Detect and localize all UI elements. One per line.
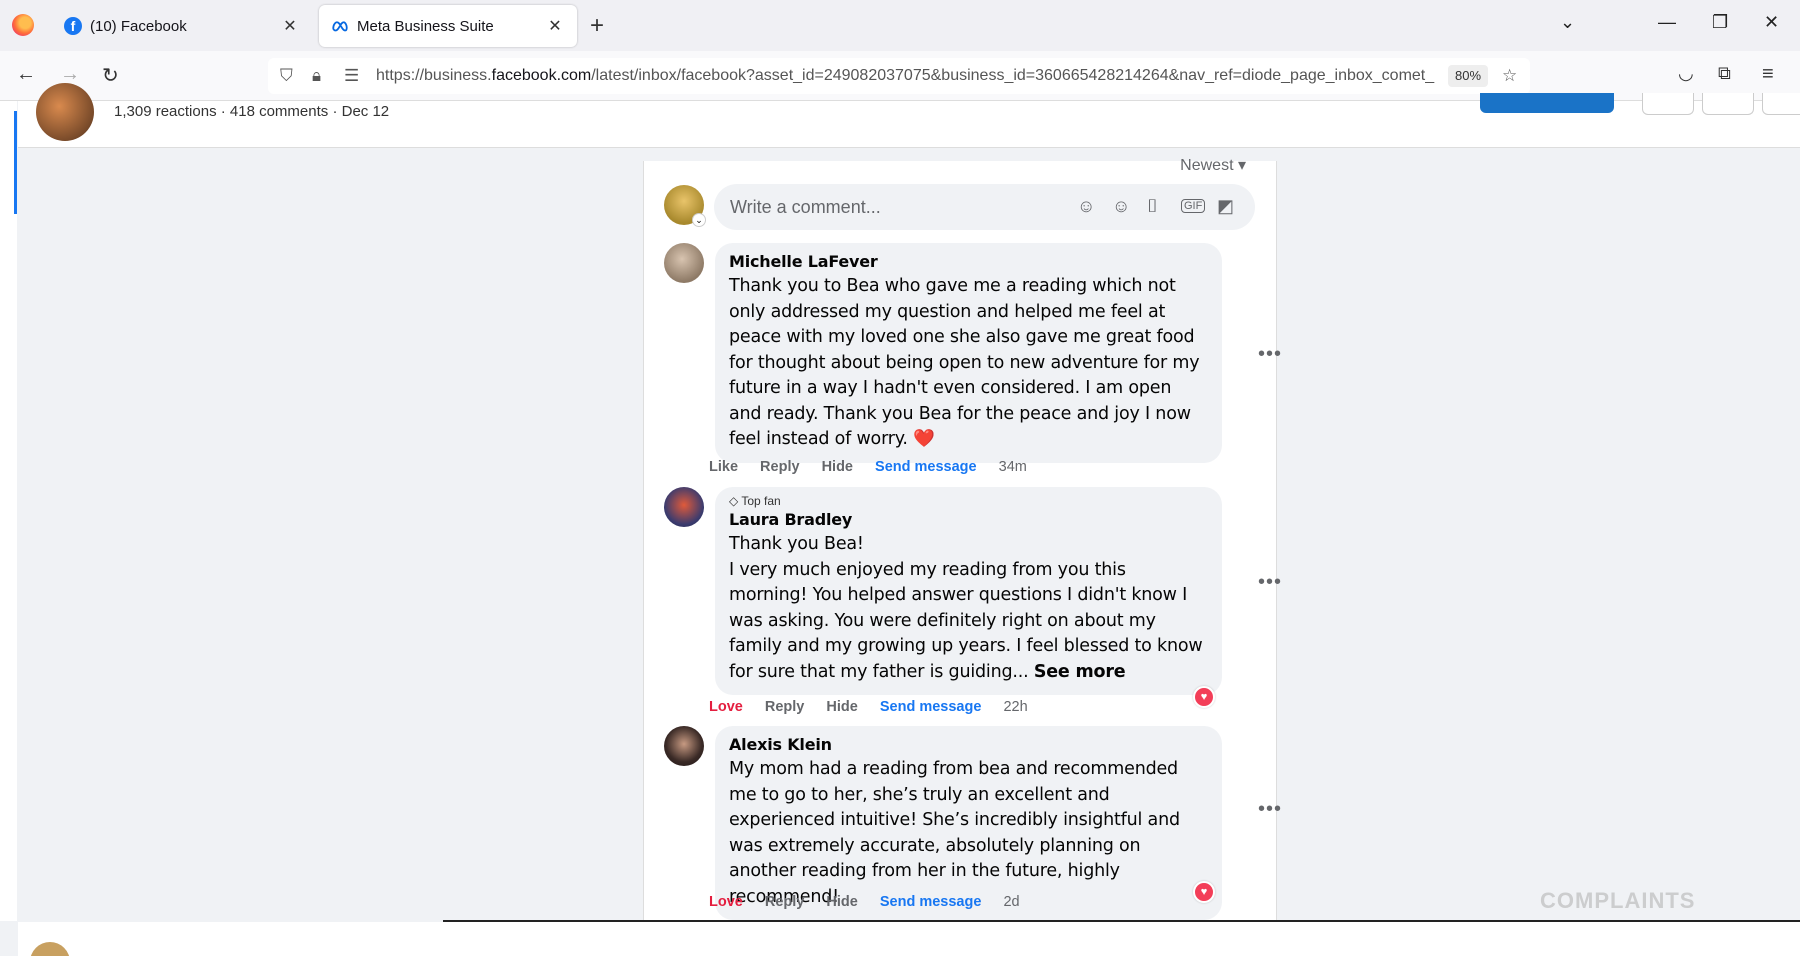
- primary-action-button[interactable]: [1480, 93, 1614, 113]
- reload-icon[interactable]: ↻: [102, 63, 119, 88]
- comment-text: Thank you Bea! I very much enjoyed my rea…: [729, 534, 1203, 682]
- reply-button[interactable]: Reply: [765, 894, 805, 910]
- camera-icon[interactable]: ⌷: [1147, 196, 1158, 217]
- comment-timestamp[interactable]: 2d: [1003, 894, 1019, 910]
- send-message-button[interactable]: Send message: [875, 459, 977, 475]
- menu-icon[interactable]: ≡: [1762, 63, 1774, 86]
- selected-indicator: [14, 111, 17, 214]
- meta-icon: [332, 21, 348, 32]
- left-sidebar-rail: [0, 101, 17, 921]
- back-icon[interactable]: ←: [16, 63, 36, 86]
- like-button[interactable]: Like: [709, 459, 738, 475]
- secondary-action-button[interactable]: [1642, 93, 1694, 115]
- hide-button[interactable]: Hide: [826, 894, 857, 910]
- tab-meta-business-suite[interactable]: Meta Business Suite ✕: [319, 5, 577, 47]
- tab-facebook[interactable]: f (10) Facebook ✕: [52, 5, 312, 47]
- comment-timestamp[interactable]: 34m: [999, 459, 1027, 475]
- url-bar[interactable]: ⛉ 🔒︎ ☰ https://business.facebook.com/lat…: [268, 58, 1530, 94]
- reply-button[interactable]: Reply: [760, 459, 800, 475]
- love-button[interactable]: Love: [709, 894, 743, 910]
- browser-tab-bar: f (10) Facebook ✕ Meta Business Suite ✕ …: [0, 0, 1800, 51]
- watermark: COMPLAINTS: [1540, 888, 1696, 913]
- tab-label: (10) Facebook: [90, 17, 187, 35]
- reply-button[interactable]: Reply: [765, 699, 805, 715]
- current-user-avatar[interactable]: [30, 942, 70, 956]
- diamond-icon: ◇: [729, 494, 739, 508]
- comment-actions: Love Reply Hide Send message 22h: [709, 699, 1046, 715]
- composer-placeholder: Write a comment...: [730, 197, 881, 217]
- comment-author[interactable]: Michelle LaFever: [729, 252, 1208, 271]
- firefox-icon[interactable]: [12, 14, 34, 36]
- page-avatar[interactable]: [36, 83, 94, 141]
- emoji-icon[interactable]: ☺: [1112, 196, 1130, 217]
- more-options-icon[interactable]: •••: [1258, 798, 1282, 821]
- love-reaction-icon[interactable]: ♥: [1193, 686, 1215, 708]
- reply-composer-strip: [18, 922, 1800, 956]
- shield-icon[interactable]: ⛉: [280, 66, 293, 86]
- post-meta: 1,309 reactions · 418 comments · Dec 12: [114, 103, 390, 120]
- chevron-down-icon[interactable]: ⌄: [692, 213, 706, 227]
- love-button[interactable]: Love: [709, 699, 743, 715]
- extensions-icon[interactable]: ⧉: [1718, 63, 1731, 84]
- comment-timestamp[interactable]: 22h: [1003, 699, 1027, 715]
- more-options-icon[interactable]: •••: [1258, 343, 1282, 366]
- pocket-icon[interactable]: ◡: [1678, 63, 1694, 84]
- heart-emoji: ❤️: [913, 429, 935, 449]
- comment-text: Thank you to Bea who gave me a reading w…: [729, 276, 1200, 449]
- new-tab-icon[interactable]: +: [590, 12, 604, 40]
- close-post-button[interactable]: [1702, 93, 1754, 115]
- sticker-icon[interactable]: ◩: [1217, 196, 1234, 217]
- top-fan-badge: ◇ Top fan: [729, 494, 781, 508]
- hide-button[interactable]: Hide: [826, 699, 857, 715]
- zoom-level[interactable]: 80%: [1448, 65, 1488, 87]
- more-options-button[interactable]: [1762, 93, 1800, 115]
- minimize-icon[interactable]: —: [1658, 12, 1676, 33]
- tab-label: Meta Business Suite: [357, 17, 494, 35]
- url-text[interactable]: https://business.facebook.com/latest/inb…: [376, 67, 1436, 85]
- avatar[interactable]: [664, 243, 704, 283]
- comment-bubble: ◇ Top fan Laura Bradley Thank you Bea! I …: [715, 487, 1222, 695]
- comment-composer[interactable]: Write a comment... ☺ ☺ ⌷ GIF ◩: [714, 184, 1255, 230]
- close-tab-icon[interactable]: ✕: [280, 16, 300, 36]
- comment-author[interactable]: Laura Bradley: [729, 510, 1208, 529]
- send-message-button[interactable]: Send message: [880, 699, 982, 715]
- see-more-link[interactable]: See more: [1034, 662, 1126, 682]
- gif-icon[interactable]: GIF: [1181, 199, 1206, 213]
- close-tab-icon[interactable]: ✕: [545, 16, 565, 36]
- avatar-sticker-icon[interactable]: ☺: [1077, 196, 1095, 217]
- love-reaction-icon[interactable]: ♥: [1193, 881, 1215, 903]
- comment-actions: Like Reply Hide Send message 34m: [709, 459, 1045, 475]
- close-window-icon[interactable]: ✕: [1764, 12, 1779, 33]
- facebook-icon: f: [64, 17, 82, 35]
- send-message-button[interactable]: Send message: [880, 894, 982, 910]
- sort-dropdown[interactable]: Newest ▾: [1180, 155, 1246, 175]
- comment-actions: Love Reply Hide Send message 2d: [709, 894, 1038, 910]
- restore-icon[interactable]: ❐: [1712, 12, 1728, 33]
- post-header: 1,309 reactions · 418 comments · Dec 12: [18, 83, 1800, 148]
- comment-text: My mom had a reading from bea and recomm…: [729, 759, 1180, 907]
- avatar[interactable]: [664, 487, 704, 527]
- comments-panel: Newest ▾ ⌄ Write a comment... ☺ ☺ ⌷ GIF …: [643, 157, 1281, 921]
- bookmark-star-icon[interactable]: ☆: [1502, 66, 1517, 86]
- comment-author[interactable]: Alexis Klein: [729, 735, 1208, 754]
- avatar[interactable]: [664, 726, 704, 766]
- more-options-icon[interactable]: •••: [1258, 571, 1282, 594]
- tab-list-chevron-icon[interactable]: ⌄: [1560, 12, 1575, 33]
- hide-button[interactable]: Hide: [822, 459, 853, 475]
- comment-bubble: Alexis Klein My mom had a reading from b…: [715, 726, 1222, 920]
- comment-bubble: Michelle LaFever Thank you to Bea who ga…: [715, 243, 1222, 463]
- permissions-icon[interactable]: ☰: [344, 66, 359, 86]
- lock-icon[interactable]: 🔒︎: [312, 66, 321, 86]
